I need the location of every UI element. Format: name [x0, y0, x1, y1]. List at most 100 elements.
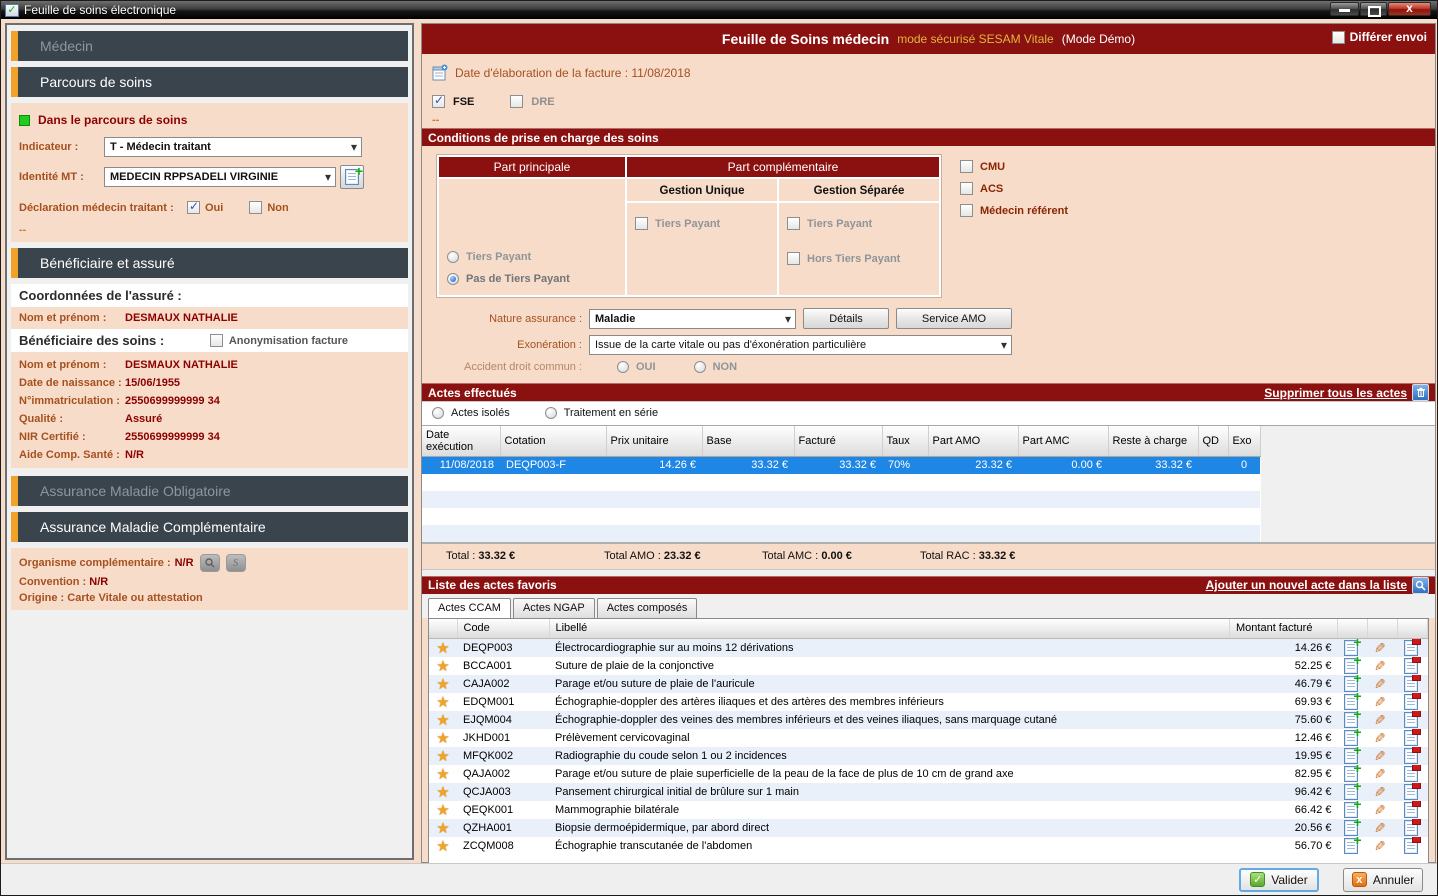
fav-acte-row[interactable]: ★ BCCA001 Suture de plaie de la conjonct… — [429, 657, 1428, 675]
star-icon[interactable]: ★ — [436, 784, 449, 801]
star-icon[interactable]: ★ — [436, 766, 449, 783]
fav-acte-row[interactable]: ★ MFQK002 Radiographie du coude selon 1 … — [429, 747, 1428, 765]
fav-acte-row[interactable]: ★ EDQM001 Échographie-doppler des artère… — [429, 693, 1428, 711]
tiers-payant-radio-row[interactable]: Tiers Payant — [447, 251, 617, 263]
add-document-icon[interactable] — [1344, 766, 1358, 782]
section-header-beneficiaire[interactable]: Bénéficiaire et assuré — [11, 248, 408, 278]
gu-tiers-payant-row[interactable]: Tiers Payant — [635, 217, 769, 230]
acs-row[interactable]: ACS — [960, 182, 1068, 195]
star-icon[interactable]: ★ — [436, 640, 449, 657]
col-code[interactable]: Code — [457, 619, 549, 639]
pencil-edit-icon[interactable]: ✎ — [1374, 640, 1386, 657]
document-red-flag-icon[interactable] — [1404, 748, 1418, 764]
fav-acte-row[interactable]: ★ DEQP003 Électrocardiographie sur au mo… — [429, 639, 1428, 658]
cmu-row[interactable]: CMU — [960, 160, 1068, 173]
traitement-serie-radio[interactable] — [545, 407, 557, 419]
gs-tiers-payant-row[interactable]: Tiers Payant — [787, 217, 931, 230]
pas-tiers-payant-radio[interactable] — [447, 273, 459, 285]
supprimer-actes-link[interactable]: Supprimer tous les actes — [1264, 386, 1407, 400]
anonymisation-checkbox[interactable] — [210, 334, 223, 347]
add-document-icon[interactable] — [1344, 802, 1358, 818]
col-libelle[interactable]: Libellé — [549, 619, 1230, 639]
differer-envoi-checkbox[interactable] — [1332, 31, 1345, 44]
col-montant[interactable]: Montant facturé — [1230, 619, 1338, 639]
organisme-s-button[interactable]: S — [226, 554, 246, 572]
dre-checkbox[interactable] — [510, 95, 523, 108]
actes-isoles-row[interactable]: Actes isolés — [432, 407, 510, 419]
pencil-edit-icon[interactable]: ✎ — [1374, 802, 1386, 819]
annuler-button[interactable]: x Annuler — [1343, 868, 1423, 892]
star-icon[interactable]: ★ — [436, 820, 449, 837]
cmu-checkbox[interactable] — [960, 160, 973, 173]
new-identity-button[interactable] — [340, 165, 364, 189]
details-button[interactable]: Détails — [803, 308, 889, 329]
restore-button[interactable] — [1360, 2, 1387, 16]
pencil-edit-icon[interactable]: ✎ — [1374, 766, 1386, 783]
document-red-flag-icon[interactable] — [1404, 676, 1418, 692]
actes-isoles-radio[interactable] — [432, 407, 444, 419]
identite-mt-select[interactable]: MEDECIN RPPSADELI VIRGINIE — [104, 167, 336, 187]
section-header-parcours[interactable]: Parcours de soins — [11, 67, 408, 97]
col-star[interactable] — [429, 619, 457, 639]
pencil-edit-icon[interactable]: ✎ — [1374, 694, 1386, 711]
add-document-icon[interactable] — [1344, 640, 1358, 656]
document-red-flag-icon[interactable] — [1404, 658, 1418, 674]
star-icon[interactable]: ★ — [436, 730, 449, 747]
acte-row-selected[interactable]: 11/08/2018 DEQP003-F 14.26 € 33.32 € 33.… — [422, 457, 1260, 474]
acte-row-empty[interactable] — [422, 508, 1260, 525]
add-document-icon[interactable] — [1344, 748, 1358, 764]
acs-checkbox[interactable] — [960, 182, 973, 195]
organisme-search-button[interactable] — [200, 554, 220, 572]
pencil-edit-icon[interactable]: ✎ — [1374, 658, 1386, 675]
document-red-flag-icon[interactable] — [1404, 802, 1418, 818]
add-document-icon[interactable] — [1344, 784, 1358, 800]
medecin-referent-row[interactable]: Médecin référent — [960, 204, 1068, 217]
star-icon[interactable]: ★ — [436, 802, 449, 819]
valider-button[interactable]: ✓ Valider — [1239, 868, 1319, 892]
section-header-medecin[interactable]: Médecin — [11, 31, 408, 61]
col-exo[interactable]: Exo — [1228, 426, 1260, 457]
col-qd[interactable]: QD — [1198, 426, 1228, 457]
nature-assurance-select[interactable]: Maladie — [589, 309, 796, 329]
section-header-amc[interactable]: Assurance Maladie Complémentaire — [11, 512, 408, 542]
document-red-flag-icon[interactable] — [1404, 784, 1418, 800]
document-red-flag-icon[interactable] — [1404, 640, 1418, 656]
add-document-icon[interactable] — [1344, 820, 1358, 836]
star-icon[interactable]: ★ — [436, 694, 449, 711]
declaration-non-checkbox[interactable] — [249, 201, 262, 214]
col-cotation[interactable]: Cotation — [500, 426, 606, 457]
pencil-edit-icon[interactable]: ✎ — [1374, 784, 1386, 801]
fav-acte-row[interactable]: ★ ZCQM008 Échographie transcutanée de l'… — [429, 837, 1428, 855]
add-document-icon[interactable] — [1344, 676, 1358, 692]
add-document-icon[interactable] — [1344, 838, 1358, 854]
accident-oui-row[interactable]: OUI — [617, 361, 656, 373]
star-icon[interactable]: ★ — [436, 658, 449, 675]
pencil-edit-icon[interactable]: ✎ — [1374, 676, 1386, 693]
indicateur-select[interactable]: T - Médecin traitant — [104, 137, 362, 157]
document-red-flag-icon[interactable] — [1404, 766, 1418, 782]
document-red-flag-icon[interactable] — [1404, 712, 1418, 728]
pencil-edit-icon[interactable]: ✎ — [1374, 838, 1386, 855]
document-red-flag-icon[interactable] — [1404, 820, 1418, 836]
gs-hors-tiers-payant-row[interactable]: Hors Tiers Payant — [787, 252, 931, 265]
acte-row-empty[interactable] — [422, 491, 1260, 508]
fav-acte-row[interactable]: ★ CAJA002 Parage et/ou suture de plaie d… — [429, 675, 1428, 693]
gs-tiers-payant-checkbox[interactable] — [787, 217, 800, 230]
accident-non-row[interactable]: NON — [694, 361, 737, 373]
service-amo-button[interactable]: Service AMO — [896, 308, 1012, 329]
trash-icon[interactable] — [1412, 384, 1429, 401]
tab-actes-composes[interactable]: Actes composés — [597, 598, 698, 618]
section-header-amo[interactable]: Assurance Maladie Obligatoire — [11, 476, 408, 506]
pencil-edit-icon[interactable]: ✎ — [1374, 730, 1386, 747]
col-prix[interactable]: Prix unitaire — [606, 426, 702, 457]
add-document-icon[interactable] — [1344, 730, 1358, 746]
minimize-button[interactable] — [1330, 2, 1359, 16]
close-button[interactable] — [1388, 2, 1431, 16]
tab-actes-ccam[interactable]: Actes CCAM — [428, 598, 511, 618]
tiers-payant-radio[interactable] — [447, 251, 459, 263]
accident-oui-radio[interactable] — [617, 361, 629, 373]
fav-acte-row[interactable]: ★ JKHD001 Prélèvement cervicovaginal 12.… — [429, 729, 1428, 747]
pencil-edit-icon[interactable]: ✎ — [1374, 820, 1386, 837]
exoneration-select[interactable]: Issue de la carte vitale ou pas d'éxonér… — [589, 335, 1012, 355]
acte-row-empty[interactable] — [422, 474, 1260, 491]
